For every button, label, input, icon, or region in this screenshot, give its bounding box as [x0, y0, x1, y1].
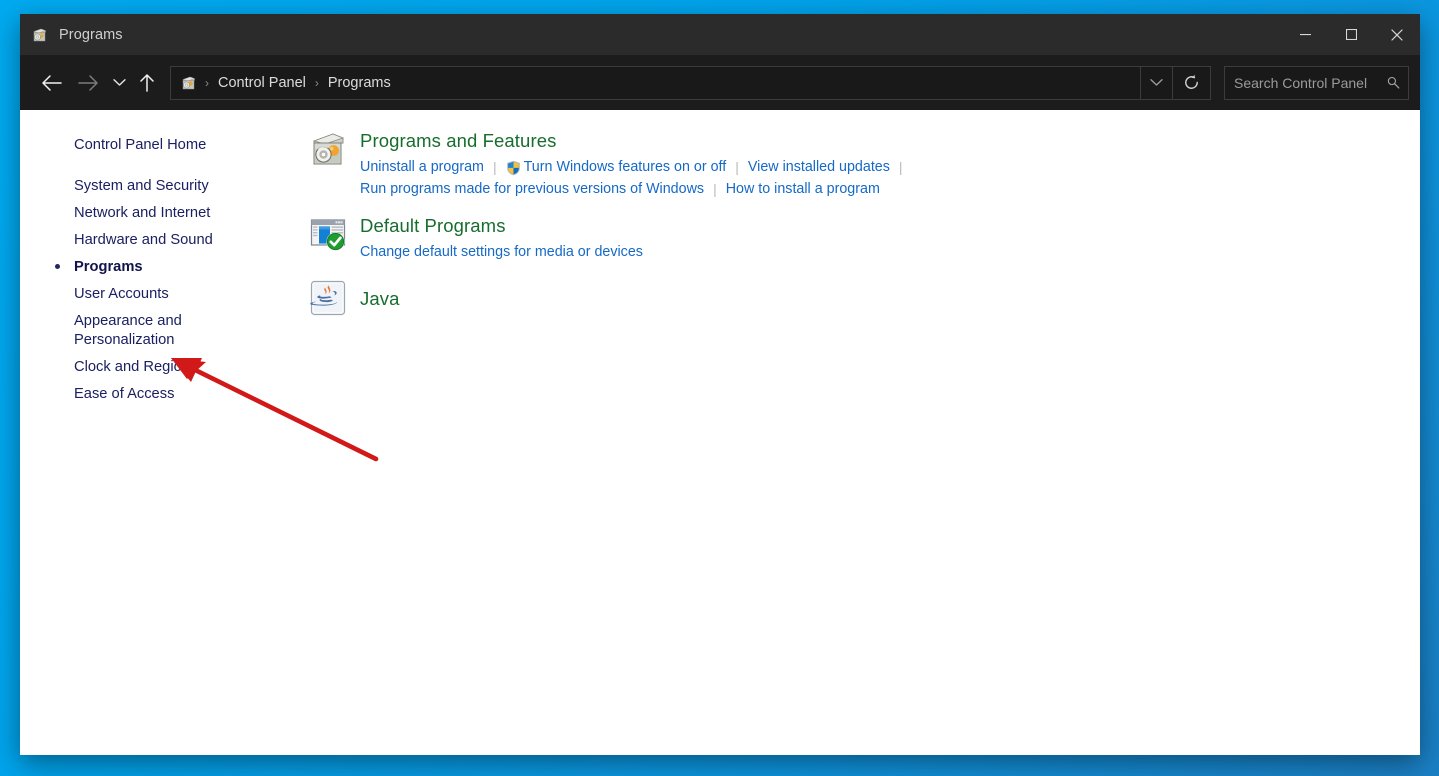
- category-links: Change default settings for media or dev…: [360, 241, 643, 263]
- programs-features-icon: [309, 130, 347, 168]
- desktop-background: Programs › Control Panel › Programs Sear…: [0, 0, 1439, 776]
- sidebar-item-user-accounts[interactable]: User Accounts: [20, 281, 287, 308]
- arrow-right-icon: [78, 74, 98, 91]
- control-panel-window: Programs › Control Panel › Programs Sear…: [20, 14, 1420, 755]
- breadcrumb-separator-2: ›: [314, 75, 319, 90]
- main-content: Programs and Features Uninstall a progra…: [287, 110, 1420, 755]
- link-run-programs-for-previous-versions[interactable]: Run programs made for previous versions …: [360, 178, 704, 200]
- sidebar-item-label: Hardware and Sound: [74, 232, 213, 248]
- category-links: Uninstall a program | Turn Windows featu…: [360, 156, 912, 200]
- sidebar-item-control-panel-home[interactable]: Control Panel Home: [20, 132, 287, 159]
- sidebar-item-hardware-and-sound[interactable]: Hardware and Sound: [20, 227, 287, 254]
- breadcrumb-bar[interactable]: › Control Panel › Programs: [170, 65, 1211, 100]
- window-titlebar: Programs: [20, 14, 1420, 55]
- link-uninstall-a-program[interactable]: Uninstall a program: [360, 156, 484, 178]
- programs-features-icon: [31, 27, 47, 43]
- back-button[interactable]: [34, 67, 70, 99]
- sidebar-item-label: Control Panel Home: [74, 137, 207, 153]
- recent-locations-button[interactable]: [106, 67, 132, 99]
- arrow-up-icon: [140, 74, 154, 92]
- breadcrumb-actions: [1140, 66, 1210, 99]
- window-body: Control Panel Home System and Security N…: [20, 110, 1420, 755]
- sidebar-navigation: Control Panel Home System and Security N…: [20, 110, 287, 755]
- breadcrumb: › Control Panel › Programs: [171, 75, 1140, 91]
- category-body: Java: [360, 286, 399, 311]
- sidebar-item-label: Ease of Access: [74, 386, 175, 402]
- search-icon[interactable]: [1387, 75, 1400, 90]
- up-one-level-button[interactable]: [132, 67, 162, 99]
- sidebar-item-label: User Accounts: [74, 286, 169, 302]
- sidebar-item-label: Network and Internet: [74, 205, 211, 221]
- link-divider: |: [492, 159, 497, 175]
- sidebar-item-programs[interactable]: Programs: [20, 254, 287, 281]
- previous-locations-button[interactable]: [1140, 66, 1172, 99]
- link-row-1: Change default settings for media or dev…: [360, 241, 643, 263]
- control-panel-icon: [180, 75, 196, 91]
- category-default-programs: Default Programs Change default settings…: [287, 213, 1420, 263]
- forward-button[interactable]: [70, 67, 106, 99]
- category-body: Default Programs Change default settings…: [360, 213, 643, 263]
- link-view-installed-updates[interactable]: View installed updates: [748, 156, 890, 178]
- sidebar-item-system-and-security[interactable]: System and Security: [20, 173, 287, 200]
- window-controls: [1282, 14, 1420, 55]
- close-button[interactable]: [1374, 14, 1420, 55]
- sidebar-item-label: Appearance and Personalization: [74, 313, 182, 348]
- category-title-link[interactable]: Default Programs: [360, 214, 506, 238]
- link-row-1: Uninstall a program | Turn Windows featu…: [360, 156, 912, 178]
- sidebar-item-label: System and Security: [74, 178, 209, 194]
- category-body: Programs and Features Uninstall a progra…: [360, 128, 912, 200]
- category-java: Java: [287, 279, 1420, 317]
- address-bar: › Control Panel › Programs: [20, 55, 1420, 110]
- maximize-button[interactable]: [1328, 14, 1374, 55]
- sidebar-item-appearance-and-personalization[interactable]: Appearance and Personalization: [20, 308, 287, 354]
- link-row-2: Run programs made for previous versions …: [360, 178, 912, 200]
- link-divider: |: [713, 181, 717, 197]
- sidebar-item-clock-and-region[interactable]: Clock and Region: [20, 354, 287, 381]
- search-box[interactable]: [1224, 65, 1409, 100]
- minimize-icon: [1299, 34, 1311, 36]
- category-programs-and-features: Programs and Features Uninstall a progra…: [287, 128, 1420, 200]
- category-title-link[interactable]: Java: [360, 287, 399, 311]
- sidebar-item-label: Programs: [74, 259, 143, 275]
- java-icon: [309, 279, 347, 317]
- sidebar-item-network-and-internet[interactable]: Network and Internet: [20, 200, 287, 227]
- sidebar-item-label: Clock and Region: [74, 359, 190, 375]
- link-divider-trailing: |: [898, 159, 903, 175]
- link-turn-windows-features-on-or-off[interactable]: Turn Windows features on or off: [506, 156, 727, 178]
- uac-shield-icon: [506, 160, 521, 176]
- category-title-link[interactable]: Programs and Features: [360, 129, 556, 153]
- breadcrumb-separator-1: ›: [205, 75, 209, 90]
- active-bullet-icon: [55, 264, 60, 269]
- refresh-button[interactable]: [1172, 66, 1210, 99]
- arrow-left-icon: [42, 74, 62, 91]
- sidebar-item-ease-of-access[interactable]: Ease of Access: [20, 381, 287, 408]
- search-input[interactable]: [1234, 74, 1388, 91]
- chevron-down-icon: [112, 79, 126, 86]
- refresh-icon: [1185, 74, 1198, 89]
- link-label: Turn Windows features on or off: [523, 159, 727, 175]
- maximize-icon: [1345, 29, 1357, 40]
- breadcrumb-item-control-panel[interactable]: Control Panel: [218, 75, 306, 91]
- window-title: Programs: [59, 26, 123, 43]
- chevron-down-icon: [1150, 79, 1163, 86]
- link-divider: |: [735, 159, 739, 175]
- breadcrumb-item-programs[interactable]: Programs: [328, 75, 391, 91]
- default-programs-icon: [309, 215, 347, 253]
- close-icon: [1391, 28, 1403, 41]
- minimize-button[interactable]: [1282, 14, 1328, 55]
- link-how-to-install-a-program[interactable]: How to install a program: [726, 178, 880, 200]
- link-change-default-settings-for-media-or-devices[interactable]: Change default settings for media or dev…: [360, 241, 643, 263]
